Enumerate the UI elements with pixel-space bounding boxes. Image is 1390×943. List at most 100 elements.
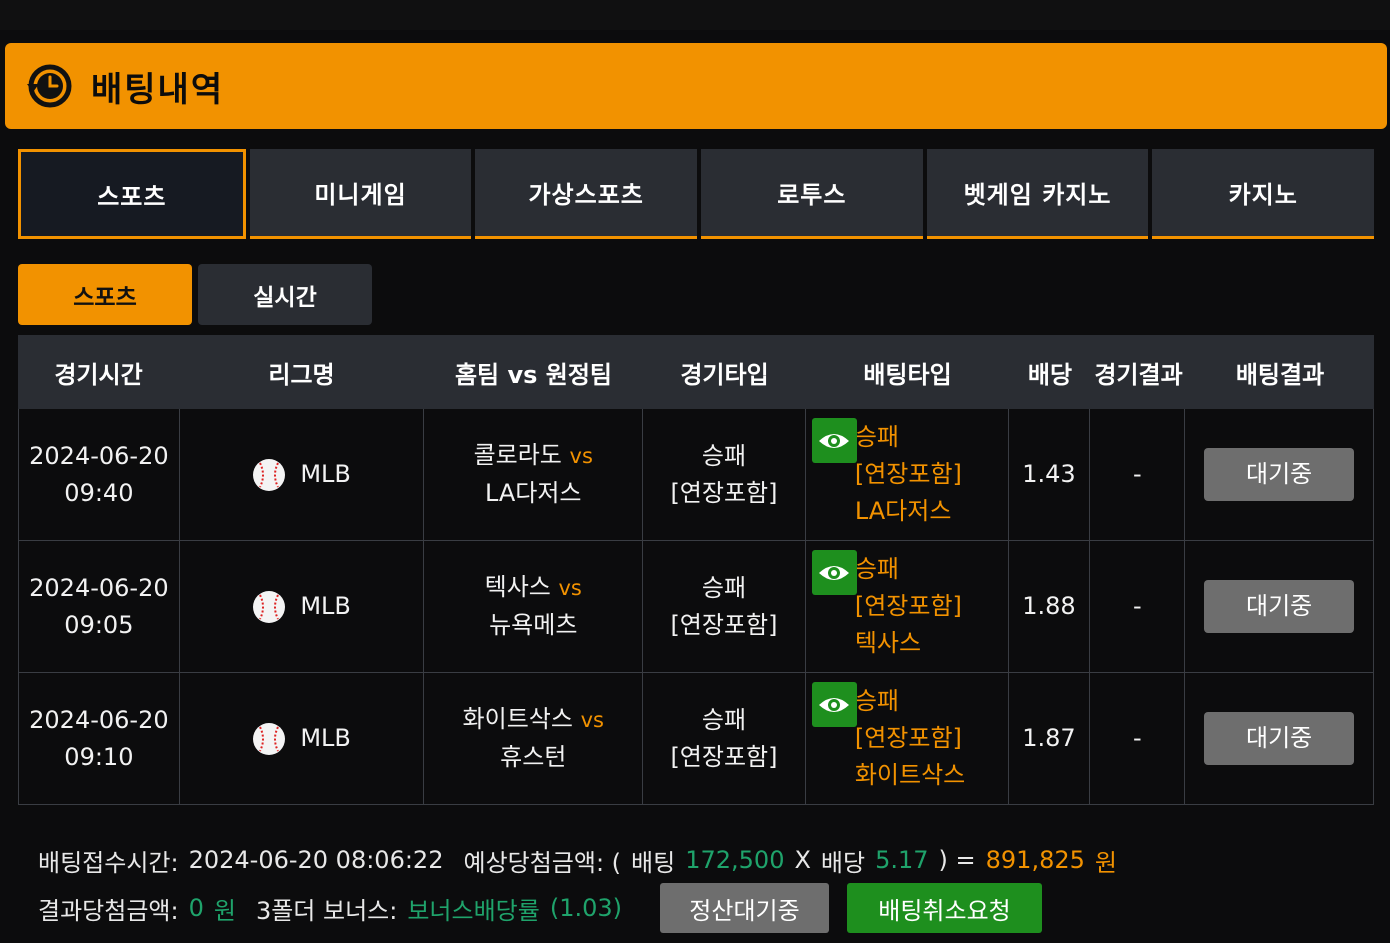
bet-result-cell: 대기중: [1185, 409, 1373, 540]
bet-type: 승패: [854, 687, 900, 715]
odds-label: 배당: [820, 848, 866, 877]
settle-pending-button[interactable]: 정산대기중: [660, 883, 829, 933]
header-bet-result: 배팅결과: [1235, 360, 1325, 389]
bet-type: 승패: [854, 423, 900, 451]
table-body: 2024-06-20 09:40 MLB 콜로라도 vs LA다저스 승패 [연장포함…: [18, 409, 1374, 805]
away-team: LA다저스: [484, 479, 582, 507]
game-type-cell: 승패 [연장포함]: [643, 673, 806, 804]
bet-pick: LA다저스: [854, 497, 952, 525]
table-row: 2024-06-20 09:10 MLB 화이트삭스 vs 휴스턴 승패 [연장포함]…: [19, 673, 1373, 805]
game-type: 승패: [701, 705, 747, 734]
odds-cell: 1.87: [1009, 673, 1091, 804]
bet-label: 배팅: [631, 848, 676, 877]
league-cell: MLB: [180, 409, 425, 540]
home-team: 화이트삭스: [462, 705, 573, 733]
bet-type-detail: [연장포함]: [854, 460, 962, 488]
vs-label: vs: [569, 444, 593, 468]
away-team: 휴스턴: [500, 743, 567, 771]
eye-icon[interactable]: [811, 550, 857, 595]
subtab-live[interactable]: 실시간: [198, 264, 372, 325]
header-league: 리그명: [268, 360, 335, 389]
tab-sports[interactable]: 스포츠: [18, 149, 246, 239]
game-result-cell: -: [1090, 409, 1186, 540]
subtab-sports[interactable]: 스포츠: [18, 264, 192, 325]
equals-label: ) =: [938, 846, 976, 874]
bonus-rate: (1.03): [549, 894, 622, 922]
multiply-label: X: [794, 846, 811, 874]
game-type-cell: 승패 [연장포함]: [643, 541, 806, 672]
bet-type-cell: 승패 [연장포함] 텍사스: [806, 541, 1009, 672]
bet-type-cell: 승패 [연장포함] 화이트삭스: [806, 673, 1009, 804]
summary-line-expected: 배팅접수시간: 2024-06-20 08:06:22 예상당첨금액: ( 배팅…: [38, 838, 1378, 882]
bet-summary: 배팅접수시간: 2024-06-20 08:06:22 예상당첨금액: ( 배팅…: [38, 838, 1378, 933]
sub-tabs: 스포츠 실시간: [18, 264, 378, 325]
game-type: 승패: [701, 441, 747, 470]
summary-line-result: 결과당첨금액: 0 원 3폴더 보너스: 보너스배당률 (1.03) 정산대기중…: [38, 883, 1378, 933]
expected-amount: 891,825: [985, 846, 1085, 874]
main-tabs: 스포츠 미니게임 가상스포츠 로투스 벳게임 카지노 카지노: [18, 149, 1375, 239]
game-type: 승패: [701, 573, 747, 602]
teams-cell: 화이트삭스 vs 휴스턴: [424, 673, 644, 804]
match-date: 2024-06-20: [29, 705, 169, 734]
match-time: 09:40: [64, 478, 134, 507]
expected-win-label: 예상당첨금액: (: [463, 848, 622, 877]
table-header: 경기시간 리그명 홈팀 vs 원정팀 경기타입 배팅타입 배당 경기결과 배팅결…: [18, 335, 1374, 409]
result-amount: 0: [188, 894, 204, 922]
tab-virtual-sports[interactable]: 가상스포츠: [475, 149, 698, 239]
bet-type-cell: 승패 [연장포함] LA다저스: [806, 409, 1009, 540]
match-time-cell: 2024-06-20 09:05: [19, 541, 180, 672]
league-name: MLB: [300, 724, 351, 752]
bet-history-table: 경기시간 리그명 홈팀 vs 원정팀 경기타입 배팅타입 배당 경기결과 배팅결…: [18, 335, 1374, 805]
eye-icon[interactable]: [811, 682, 857, 727]
tab-betgame-casino[interactable]: 벳게임 카지노: [926, 149, 1149, 239]
baseball-icon: [253, 590, 286, 623]
league-cell: MLB: [180, 673, 425, 804]
bet-pick: 화이트삭스: [854, 761, 966, 789]
cancel-bet-button[interactable]: 배팅취소요청: [847, 883, 1042, 933]
league-cell: MLB: [180, 541, 425, 672]
league-name: MLB: [300, 460, 351, 488]
game-type-detail: [연장포함]: [670, 478, 778, 507]
page-title: 배팅내역: [91, 69, 225, 110]
vs-label: vs: [558, 576, 582, 600]
header-bet-type: 배팅타입: [863, 360, 952, 389]
match-time-cell: 2024-06-20 09:10: [19, 673, 180, 804]
pending-button[interactable]: 대기중: [1204, 712, 1355, 765]
tab-casino[interactable]: 카지노: [1152, 149, 1375, 239]
bet-amount: 172,500: [685, 846, 785, 874]
bet-pick: 텍사스: [854, 629, 922, 657]
league-name: MLB: [300, 592, 351, 620]
receipt-time-label: 배팅접수시간:: [38, 848, 179, 877]
game-result-cell: -: [1090, 673, 1186, 804]
bet-type-detail: [연장포함]: [854, 592, 962, 620]
match-time-cell: 2024-06-20 09:40: [19, 409, 180, 540]
bonus-value: 보너스배당률: [407, 896, 540, 925]
bet-type-detail: [연장포함]: [854, 724, 962, 752]
home-team: 콜로라도: [473, 441, 562, 469]
vs-label: vs: [580, 708, 604, 732]
bet-type: 승패: [854, 555, 900, 583]
tab-lotus[interactable]: 로투스: [701, 149, 923, 239]
odds-cell: 1.43: [1009, 409, 1091, 540]
pending-button[interactable]: 대기중: [1204, 448, 1355, 501]
eye-icon[interactable]: [811, 418, 857, 463]
bet-result-cell: 대기중: [1185, 541, 1373, 672]
currency-won: 원: [1094, 848, 1117, 877]
receipt-time: 2024-06-20 08:06:22: [188, 846, 444, 874]
page-header: 배팅내역: [5, 43, 1387, 129]
result-win-label: 결과당첨금액:: [38, 896, 179, 925]
teams-cell: 텍사스 vs 뉴욕메츠: [424, 541, 644, 672]
total-odds: 5.17: [875, 846, 929, 874]
pending-button[interactable]: 대기중: [1204, 580, 1355, 633]
match-date: 2024-06-20: [29, 573, 169, 602]
header-game-type: 경기타입: [680, 360, 769, 389]
match-time: 09:05: [64, 610, 134, 639]
tab-minigame[interactable]: 미니게임: [249, 149, 472, 239]
bonus-label: 3폴더 보너스:: [255, 896, 398, 925]
home-team: 텍사스: [484, 573, 551, 601]
currency-won: 원: [213, 896, 236, 925]
teams-cell: 콜로라도 vs LA다저스: [424, 409, 644, 540]
header-odds: 배당: [1027, 360, 1073, 389]
table-row: 2024-06-20 09:05 MLB 텍사스 vs 뉴욕메츠 승패 [연장포함] …: [19, 541, 1373, 673]
game-type-cell: 승패 [연장포함]: [643, 409, 806, 540]
